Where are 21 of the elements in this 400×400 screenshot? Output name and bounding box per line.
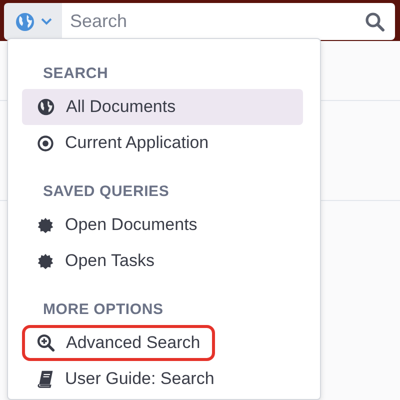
target-icon: [37, 134, 54, 152]
menu-item[interactable]: User Guide: Search: [22, 361, 230, 397]
globe-icon: [14, 12, 34, 32]
section-heading: SEARCH: [42, 64, 110, 84]
book-icon: [37, 370, 54, 388]
search-button[interactable]: [355, 3, 395, 40]
menu-item[interactable]: Open Documents: [22, 207, 212, 243]
menu-item[interactable]: All Documents: [22, 89, 303, 125]
badge-icon: [37, 252, 54, 270]
section-heading: MORE OPTIONS: [42, 300, 164, 320]
zoom-in-icon: [37, 334, 55, 352]
menu-item[interactable]: Advanced Search: [22, 325, 216, 361]
search-icon: [365, 12, 385, 32]
globe-icon: [37, 98, 55, 116]
menu-item[interactable]: Open Tasks: [22, 243, 170, 279]
section-heading: SAVED QUERIES: [42, 182, 170, 202]
chevron-down-icon: [40, 18, 52, 25]
scope-dropdown-button[interactable]: [4, 3, 62, 40]
badge-icon: [37, 216, 54, 234]
menu-item[interactable]: Current Application: [22, 125, 224, 161]
search-field[interactable]: Search: [62, 3, 355, 40]
